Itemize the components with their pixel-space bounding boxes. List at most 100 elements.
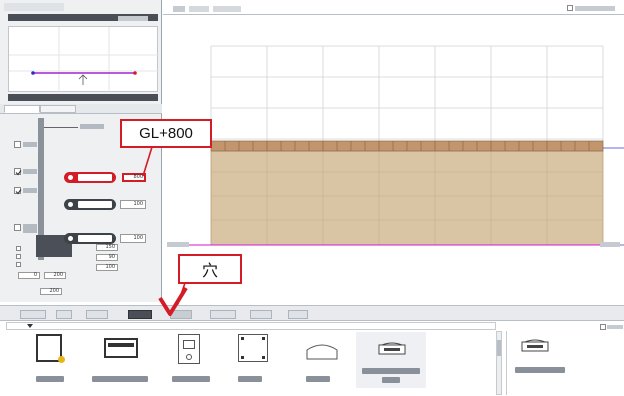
gallery-item[interactable] xyxy=(232,332,274,386)
gallery-item-label-2 xyxy=(382,377,400,383)
level-select[interactable] xyxy=(78,174,112,181)
left-panel: 800 100 100 150 90 100 0 200 200 xyxy=(0,0,162,302)
corner-dot xyxy=(241,356,244,359)
parts-gallery xyxy=(0,321,624,396)
category-tab-2[interactable] xyxy=(56,310,72,319)
corner-dot xyxy=(241,337,244,340)
panel-tab-display[interactable] xyxy=(40,105,76,113)
bottom-value-a[interactable]: 0 xyxy=(18,272,40,279)
mid-value-field[interactable]: 100 xyxy=(120,200,146,209)
category-bar xyxy=(0,305,624,321)
mid-level-toggle[interactable] xyxy=(64,199,116,210)
ground-label-right xyxy=(600,242,620,247)
stack-value-3[interactable]: 100 xyxy=(96,264,118,271)
guide-line xyxy=(44,127,78,128)
checkbox-1-label xyxy=(23,142,37,147)
view-tab-1[interactable] xyxy=(173,6,185,12)
checkbox-3-label xyxy=(23,188,37,193)
intercom-button xyxy=(186,354,192,360)
corner-dot xyxy=(262,356,265,359)
gallery-item[interactable] xyxy=(92,332,148,386)
plan-view xyxy=(8,26,159,93)
category-tab-4[interactable] xyxy=(128,310,152,319)
checkbox-3[interactable] xyxy=(14,187,22,195)
level-select[interactable] xyxy=(78,201,112,208)
gallery-filter[interactable] xyxy=(6,322,496,330)
check-icon xyxy=(15,170,22,176)
gallery-option-label xyxy=(607,325,623,329)
gallery-item[interactable] xyxy=(30,332,72,386)
checkbox-1[interactable] xyxy=(14,141,21,148)
mini-check-2[interactable] xyxy=(16,254,21,259)
gallery-item-label xyxy=(306,376,330,382)
panel-header xyxy=(4,3,64,11)
gl-callout: GL+800 xyxy=(120,119,212,148)
selection-check-icon xyxy=(158,286,188,316)
gallery-item-label xyxy=(238,376,262,382)
panel-tabs xyxy=(0,104,162,114)
radio-dot xyxy=(68,236,73,241)
category-tab-3[interactable] xyxy=(86,310,108,319)
view-tab-3[interactable] xyxy=(213,6,241,12)
lower-level-toggle[interactable] xyxy=(64,233,116,244)
preview-post-icon xyxy=(521,339,549,352)
gallery-item-label xyxy=(92,376,148,382)
panel-tab-level[interactable] xyxy=(4,105,40,113)
gallery-item-label xyxy=(36,376,64,382)
lower-value-field[interactable]: 100 xyxy=(120,234,146,243)
stack-value-2[interactable]: 90 xyxy=(96,254,118,261)
stack-value-1[interactable]: 150 xyxy=(96,244,118,251)
gallery-option-checkbox[interactable] xyxy=(600,324,606,330)
gallery-item[interactable] xyxy=(298,332,344,386)
checkbox-2[interactable] xyxy=(14,168,22,176)
plan-svg xyxy=(9,27,159,93)
slot xyxy=(108,343,134,347)
gallery-item-label xyxy=(362,368,420,374)
checkbox-4[interactable] xyxy=(14,224,21,231)
grid-upper xyxy=(210,45,604,141)
preview-pane xyxy=(506,331,624,395)
category-tab-1[interactable] xyxy=(20,310,46,319)
check-icon xyxy=(15,189,22,195)
gallery-scrollbar[interactable] xyxy=(496,331,502,395)
plan-option[interactable] xyxy=(118,16,148,21)
wall-body xyxy=(210,150,604,246)
mini-checks xyxy=(14,246,36,270)
bottom-value-c[interactable]: 200 xyxy=(40,288,62,295)
glass-icon xyxy=(238,334,268,362)
preview-label xyxy=(515,367,565,373)
bottom-value-b[interactable]: 200 xyxy=(44,272,66,279)
category-tab-7[interactable] xyxy=(250,310,272,319)
checkbox-4-label xyxy=(23,224,37,233)
callout-leader xyxy=(142,146,153,177)
post-icon xyxy=(378,342,406,355)
mailbox-icon xyxy=(104,338,138,358)
realtime-label xyxy=(575,6,615,11)
upper-level-toggle[interactable] xyxy=(64,172,116,183)
mini-check-3[interactable] xyxy=(16,262,21,267)
category-tab-8[interactable] xyxy=(288,310,308,319)
ground-label-left xyxy=(167,242,189,247)
scroll-thumb[interactable] xyxy=(497,340,501,356)
mini-check-1[interactable] xyxy=(16,246,21,251)
level-select[interactable] xyxy=(78,235,112,242)
guide-text xyxy=(80,124,104,129)
section-bar xyxy=(8,94,158,101)
star-badge-icon xyxy=(58,356,65,363)
gallery-item-label xyxy=(172,376,210,382)
radio-dot xyxy=(68,175,73,180)
view-tabs xyxy=(163,5,624,14)
arch-icon xyxy=(306,344,338,360)
gallery-item[interactable] xyxy=(172,332,214,386)
view-tab-2[interactable] xyxy=(189,6,209,12)
hole-callout: 穴 xyxy=(178,254,242,284)
radio-dot xyxy=(68,202,73,207)
category-tab-6[interactable] xyxy=(210,310,236,319)
intercom-screen xyxy=(183,340,195,349)
checkbox-2-label xyxy=(23,169,37,174)
corner-dot xyxy=(262,337,265,340)
chevron-down-icon[interactable] xyxy=(27,324,33,328)
gallery-item-selected[interactable] xyxy=(356,332,426,388)
intercom-icon xyxy=(178,334,200,364)
realtime-checkbox[interactable] xyxy=(567,5,573,11)
